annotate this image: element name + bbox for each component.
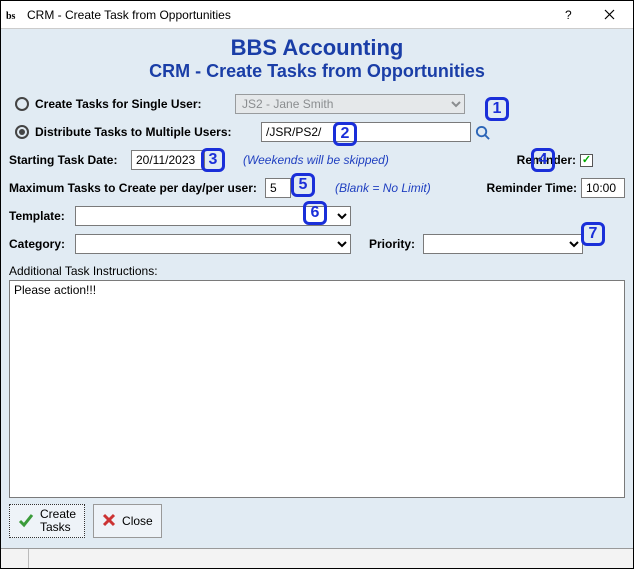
priority-label: Priority: — [369, 237, 423, 251]
dialog-content: BBS Accounting CRM - Create Tasks from O… — [1, 29, 633, 548]
close-button-label: Close — [122, 514, 153, 528]
close-window-button[interactable] — [589, 3, 629, 27]
search-icon[interactable] — [473, 123, 491, 141]
max-tasks-row: Maximum Tasks to Create per day/per user… — [9, 177, 625, 199]
multi-user-row: Distribute Tasks to Multiple Users: — [15, 121, 625, 143]
template-row: Template: — [9, 205, 625, 227]
company-header: BBS Accounting — [9, 35, 625, 61]
statusbar-spacer — [29, 549, 633, 568]
multi-user-radio[interactable] — [15, 125, 29, 139]
subtitle-header: CRM - Create Tasks from Opportunities — [9, 61, 625, 82]
max-tasks-input[interactable] — [265, 178, 291, 198]
multi-user-label: Distribute Tasks to Multiple Users: — [35, 125, 261, 139]
priority-select[interactable] — [423, 234, 583, 254]
svg-text:?: ? — [565, 9, 572, 21]
category-label: Category: — [9, 237, 75, 251]
window-title: CRM - Create Task from Opportunities — [21, 8, 549, 22]
start-date-label: Starting Task Date: — [9, 153, 131, 167]
statusbar-cell — [1, 549, 29, 568]
max-tasks-label: Maximum Tasks to Create per day/per user… — [9, 181, 265, 195]
crm-create-task-window: bs CRM - Create Task from Opportunities … — [0, 0, 634, 569]
check-icon — [18, 512, 34, 531]
reminder-checkbox[interactable] — [580, 154, 593, 167]
reminder-label: Reminder: — [517, 153, 576, 167]
create-tasks-button[interactable]: Create Tasks — [9, 504, 85, 538]
max-tasks-hint: (Blank = No Limit) — [335, 181, 431, 195]
template-select[interactable] — [75, 206, 351, 226]
start-date-row: Starting Task Date: (Weekends will be sk… — [9, 149, 625, 171]
single-user-label: Create Tasks for Single User: — [35, 97, 235, 111]
single-user-radio[interactable] — [15, 97, 29, 111]
start-date-input[interactable] — [131, 150, 205, 170]
titlebar: bs CRM - Create Task from Opportunities … — [1, 1, 633, 29]
multi-user-input[interactable] — [261, 122, 471, 142]
svg-text:bs: bs — [6, 11, 16, 22]
category-select[interactable] — [75, 234, 351, 254]
reminder-time-label: Reminder Time: — [487, 181, 577, 195]
app-icon: bs — [5, 7, 21, 23]
template-label: Template: — [9, 209, 75, 223]
instructions-textarea[interactable] — [9, 280, 625, 498]
start-date-hint: (Weekends will be skipped) — [243, 153, 389, 167]
create-tasks-label: Create Tasks — [40, 508, 76, 534]
help-button[interactable]: ? — [549, 3, 589, 27]
buttons-bar: Create Tasks Close — [9, 498, 625, 544]
reminder-time-input[interactable] — [581, 178, 625, 198]
instructions-label: Additional Task Instructions: — [9, 264, 158, 278]
category-row: Category: Priority: — [9, 233, 625, 255]
close-icon — [102, 513, 116, 530]
single-user-select[interactable]: JS2 - Jane Smith — [235, 94, 465, 114]
single-user-row: Create Tasks for Single User: JS2 - Jane… — [15, 93, 625, 115]
close-button[interactable]: Close — [93, 504, 162, 538]
statusbar — [1, 548, 633, 568]
